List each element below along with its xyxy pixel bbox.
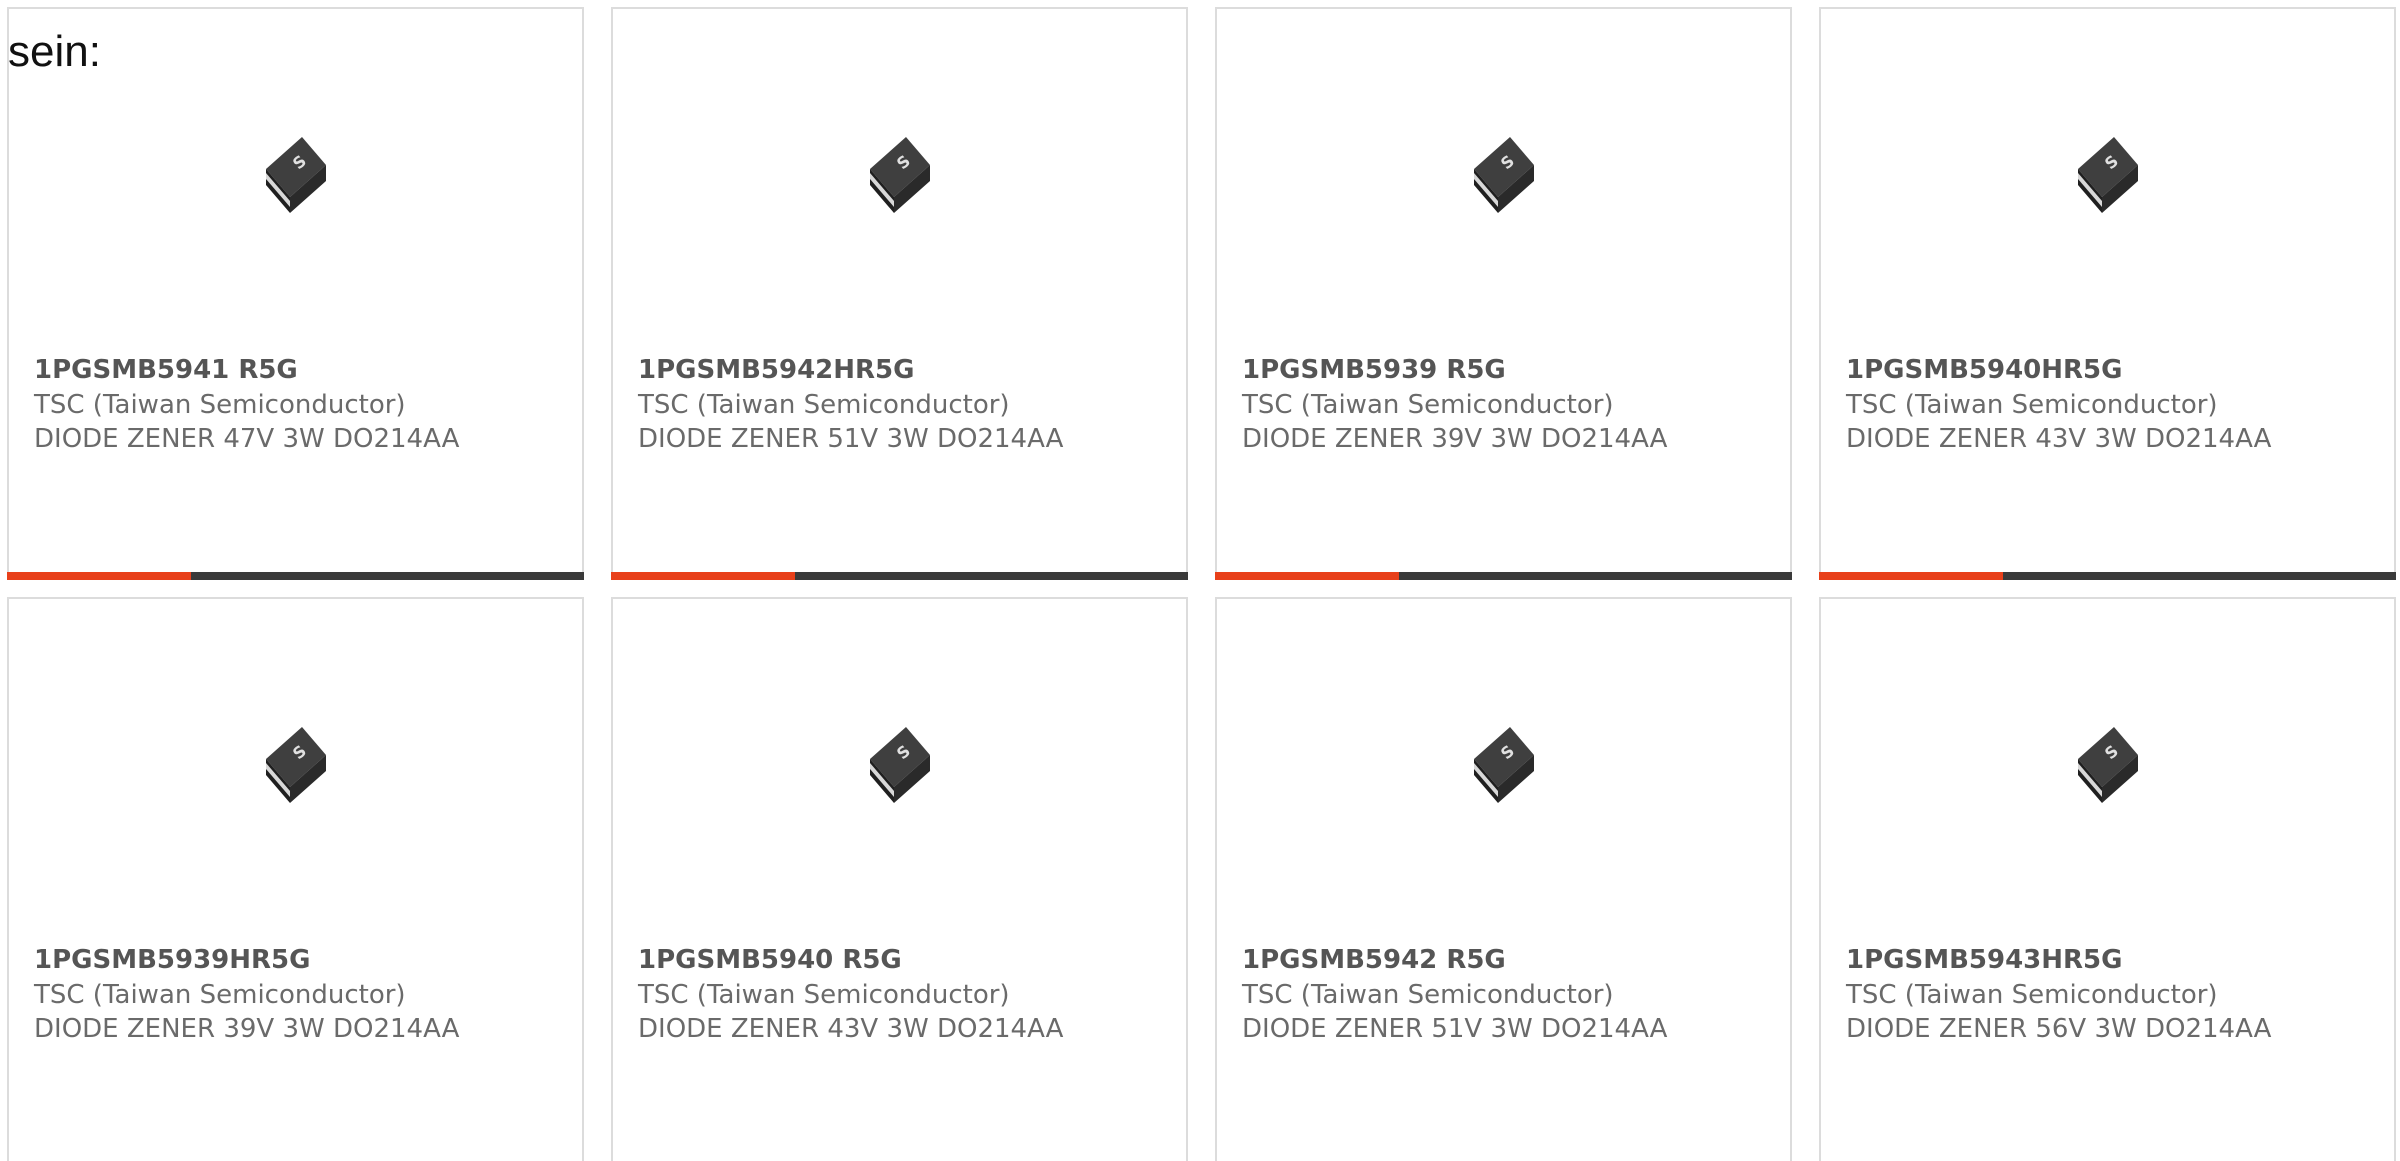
product-part-number[interactable]: 1PGSMB5942 R5G bbox=[1242, 945, 1506, 975]
card-bottom-bar bbox=[611, 572, 1188, 580]
product-card[interactable]: S 1PGSMB5939 R5G TSC (Taiwan Semiconduct… bbox=[1215, 7, 1792, 580]
card-bottom-bar bbox=[1215, 572, 1792, 580]
product-card[interactable]: S 1PGSMB5941 R5G TSC (Taiwan Semiconduct… bbox=[7, 7, 584, 580]
product-manufacturer: TSC (Taiwan Semiconductor) bbox=[1242, 980, 1614, 1010]
product-description: DIODE ZENER 43V 3W DO214AA bbox=[638, 1014, 1064, 1044]
product-card[interactable]: S 1PGSMB5943HR5G TSC (Taiwan Semiconduct… bbox=[1819, 597, 2396, 1161]
product-grid-page: sein: S 1PGSMB5941 R5G TSC (Taiwan Semic… bbox=[0, 0, 2400, 1161]
product-description: DIODE ZENER 39V 3W DO214AA bbox=[1242, 424, 1668, 454]
smd-diode-icon: S bbox=[1473, 727, 1534, 803]
card-bottom-bar bbox=[1819, 572, 2396, 580]
product-manufacturer: TSC (Taiwan Semiconductor) bbox=[34, 980, 406, 1010]
product-image[interactable]: S bbox=[1217, 699, 1790, 839]
card-accent-bar bbox=[1215, 572, 1399, 580]
product-image[interactable]: S bbox=[1821, 109, 2394, 249]
smd-diode-icon: S bbox=[869, 727, 930, 803]
product-manufacturer: TSC (Taiwan Semiconductor) bbox=[638, 980, 1010, 1010]
product-description: DIODE ZENER 43V 3W DO214AA bbox=[1846, 424, 2272, 454]
smd-diode-icon: S bbox=[1473, 137, 1534, 213]
card-accent-bar bbox=[7, 572, 191, 580]
smd-diode-icon: S bbox=[265, 137, 326, 213]
product-image[interactable]: S bbox=[1821, 699, 2394, 839]
product-part-number[interactable]: 1PGSMB5943HR5G bbox=[1846, 945, 2122, 975]
product-description: DIODE ZENER 56V 3W DO214AA bbox=[1846, 1014, 2272, 1044]
product-part-number[interactable]: 1PGSMB5941 R5G bbox=[34, 355, 298, 385]
product-image[interactable]: S bbox=[9, 109, 582, 249]
product-manufacturer: TSC (Taiwan Semiconductor) bbox=[1846, 980, 2218, 1010]
card-bottom-bar bbox=[7, 572, 584, 580]
product-description: DIODE ZENER 51V 3W DO214AA bbox=[638, 424, 1064, 454]
product-description: DIODE ZENER 39V 3W DO214AA bbox=[34, 1014, 460, 1044]
smd-diode-icon: S bbox=[265, 727, 326, 803]
product-image[interactable]: S bbox=[613, 109, 1186, 249]
product-image[interactable]: S bbox=[9, 699, 582, 839]
product-part-number[interactable]: 1PGSMB5942HR5G bbox=[638, 355, 914, 385]
product-manufacturer: TSC (Taiwan Semiconductor) bbox=[34, 390, 406, 420]
product-card[interactable]: S 1PGSMB5942HR5G TSC (Taiwan Semiconduct… bbox=[611, 7, 1188, 580]
product-manufacturer: TSC (Taiwan Semiconductor) bbox=[1242, 390, 1614, 420]
product-part-number[interactable]: 1PGSMB5939HR5G bbox=[34, 945, 310, 975]
product-description: DIODE ZENER 51V 3W DO214AA bbox=[1242, 1014, 1668, 1044]
product-description: DIODE ZENER 47V 3W DO214AA bbox=[34, 424, 460, 454]
product-card[interactable]: S 1PGSMB5940HR5G TSC (Taiwan Semiconduct… bbox=[1819, 7, 2396, 580]
product-part-number[interactable]: 1PGSMB5940HR5G bbox=[1846, 355, 2122, 385]
product-manufacturer: TSC (Taiwan Semiconductor) bbox=[638, 390, 1010, 420]
intro-text: sein: bbox=[8, 27, 101, 76]
product-part-number[interactable]: 1PGSMB5940 R5G bbox=[638, 945, 902, 975]
card-accent-bar bbox=[611, 572, 795, 580]
card-accent-bar bbox=[1819, 572, 2003, 580]
product-card[interactable]: S 1PGSMB5939HR5G TSC (Taiwan Semiconduct… bbox=[7, 597, 584, 1161]
smd-diode-icon: S bbox=[2077, 727, 2138, 803]
product-image[interactable]: S bbox=[1217, 109, 1790, 249]
product-card[interactable]: S 1PGSMB5940 R5G TSC (Taiwan Semiconduct… bbox=[611, 597, 1188, 1161]
product-manufacturer: TSC (Taiwan Semiconductor) bbox=[1846, 390, 2218, 420]
product-card[interactable]: S 1PGSMB5942 R5G TSC (Taiwan Semiconduct… bbox=[1215, 597, 1792, 1161]
product-part-number[interactable]: 1PGSMB5939 R5G bbox=[1242, 355, 1506, 385]
product-image[interactable]: S bbox=[613, 699, 1186, 839]
smd-diode-icon: S bbox=[869, 137, 930, 213]
smd-diode-icon: S bbox=[2077, 137, 2138, 213]
